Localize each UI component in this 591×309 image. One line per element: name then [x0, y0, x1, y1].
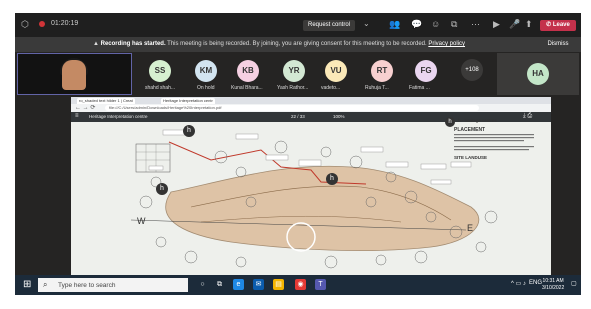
windows-start-icon[interactable]: ⊞ — [23, 280, 31, 290]
address-bar-row: ← → ⟳ file:///C:/Users/admin/Downloads/H… — [71, 104, 551, 112]
warning-icon: ▲ — [93, 41, 101, 47]
windows-taskbar: ⊞ ⌕ Type here to search ○ ⧉ e ✉ ▤ ◉ T ^ … — [15, 275, 581, 295]
reactions-icon[interactable]: ☺ — [431, 19, 440, 29]
file-explorer-icon[interactable]: ▤ — [273, 279, 284, 290]
pdf-page-number: 22 / 33 — [291, 114, 305, 119]
teams-meeting-window: ⬡ 01:20:19 Request control ⌄ 👥 💬 ☺ ⧉ ⋯ ▶… — [15, 13, 581, 295]
site-plan-drawing — [130, 129, 534, 269]
avatar-fg[interactable]: FG — [415, 60, 437, 82]
clock-date: 3/10/2022 — [542, 285, 565, 291]
participant-name: Ruhuja T... — [365, 85, 389, 91]
banner-body: This meeting is being recorded. By joini… — [165, 41, 429, 47]
address-bar[interactable]: file:///C:/Users/admin/Downloads/Heritag… — [105, 105, 479, 111]
meeting-timer: 01:20:19 — [51, 20, 79, 27]
cortana-icon[interactable]: ○ — [197, 279, 208, 290]
camera-off-icon[interactable]: ▶ — [493, 19, 500, 29]
heritage-marker: h — [326, 173, 338, 185]
participant-tile-ha[interactable]: HA — [497, 53, 579, 95]
heritage-marker: h — [183, 125, 195, 137]
shared-screen: ro_shaded text hilder 1 | Creat Heritage… — [71, 97, 551, 275]
chrome-icon[interactable]: ◉ — [295, 279, 306, 290]
pdf-zoom[interactable]: 100% — [333, 114, 345, 119]
teams-icon[interactable]: T — [315, 279, 326, 290]
avatar-kb[interactable]: KB — [237, 60, 259, 82]
leave-label: Leave — [552, 22, 570, 28]
edge-icon[interactable]: e — [233, 279, 244, 290]
self-avatar — [62, 60, 86, 90]
shield-icon: ⬡ — [21, 19, 29, 29]
leave-button[interactable]: ✆ Leave — [540, 20, 576, 31]
more-options-icon[interactable]: ⋯ — [471, 19, 480, 29]
phone-icon: ✆ — [546, 22, 553, 28]
mic-off-icon[interactable]: 🎤 — [509, 19, 520, 29]
share-tray-icon[interactable]: ⬆ — [525, 19, 533, 29]
mail-icon[interactable]: ✉ — [253, 279, 264, 290]
legend-heritage-marker: h — [445, 117, 455, 127]
participant-name: On hold — [197, 85, 215, 91]
chevron-down-icon[interactable]: ⌄ — [363, 19, 370, 29]
participant-name: Kunal Bhara... — [231, 85, 263, 91]
language-indicator[interactable]: ENG — [529, 280, 542, 286]
privacy-policy-link[interactable]: Privacy policy — [428, 41, 465, 47]
participant-name: Yash Rathor... — [277, 85, 309, 91]
self-video-tile[interactable] — [17, 53, 132, 95]
notifications-icon[interactable]: ▢ — [571, 280, 577, 287]
site-landuse-heading: SITE LANDUSE — [454, 155, 488, 160]
back-forward-icon[interactable]: ← → ⟳ — [75, 104, 95, 111]
taskbar-search[interactable]: ⌕ Type here to search — [38, 278, 188, 292]
people-icon[interactable]: 👥 — [389, 19, 400, 29]
system-tray-icons[interactable]: ^ ▭ ♪ — [511, 280, 526, 287]
menu-icon[interactable]: ≡ — [75, 113, 79, 119]
task-view-icon[interactable]: ⧉ — [214, 279, 225, 290]
share-icon[interactable]: ⧉ — [451, 19, 457, 29]
search-icon: ⌕ — [43, 280, 48, 289]
recording-banner: ▲ Recording has started. This meeting is… — [15, 37, 581, 52]
banner-text: ▲ Recording has started. This meeting is… — [93, 41, 465, 47]
download-icon[interactable]: ⤓ ⎙ — [523, 113, 532, 120]
pdf-title: Heritage Interpretation centre — [89, 114, 148, 119]
meeting-topbar: ⬡ 01:20:19 Request control ⌄ 👥 💬 ☺ ⧉ ⋯ ▶… — [15, 13, 581, 37]
taskbar-clock[interactable]: 10:31 AM 3/10/2022 — [542, 278, 564, 292]
avatar-yr[interactable]: YR — [283, 60, 305, 82]
more-participants-button[interactable]: +108 — [461, 59, 483, 81]
participant-name: Fatima ... — [409, 85, 430, 91]
search-input[interactable]: Type here to search — [58, 282, 115, 289]
site-plan-map: h h h h h - heritage centres PLACEMENT S… — [71, 117, 551, 275]
compass-west: W — [137, 216, 146, 226]
avatar-vu[interactable]: VU — [325, 60, 347, 82]
avatar-km[interactable]: KM — [195, 60, 217, 82]
clock-time: 10:31 AM — [542, 278, 564, 284]
recording-icon — [39, 21, 45, 27]
avatar-ha: HA — [527, 63, 549, 85]
avatar-rt[interactable]: RT — [371, 60, 393, 82]
participant-name: vadeto... — [321, 85, 341, 91]
request-control-button[interactable]: Request control — [303, 20, 355, 31]
banner-bold: Recording has started. — [100, 41, 166, 47]
heritage-marker: h — [156, 183, 168, 195]
placement-heading: PLACEMENT — [454, 127, 486, 133]
avatar-ss[interactable]: SS — [149, 60, 171, 82]
compass-east: E — [467, 223, 474, 233]
legend-title: h - heritage centres — [458, 118, 497, 123]
dismiss-button[interactable]: Dismiss — [543, 40, 573, 49]
participant-name: shahd shah... — [145, 85, 176, 91]
browser-tab-strip: ro_shaded text hilder 1 | Creat Heritage… — [71, 97, 551, 104]
chat-icon[interactable]: 💬 — [411, 19, 422, 29]
